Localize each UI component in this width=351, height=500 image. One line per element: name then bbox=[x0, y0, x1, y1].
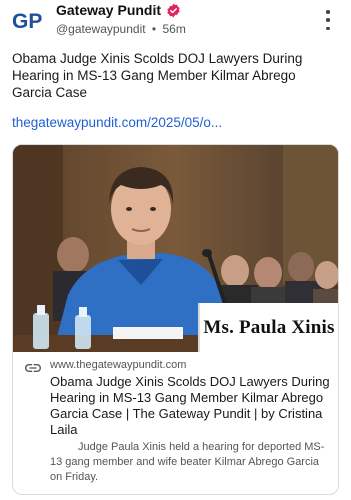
link-description: Judge Paula Xinis held a hearing for dep… bbox=[50, 441, 325, 483]
gateway-pundit-logo[interactable]: GP bbox=[12, 6, 46, 34]
link-domain: www.thegatewaypundit.com bbox=[50, 359, 187, 371]
link-preview-card[interactable]: Ms. Paula Xinis www.thegatewaypundit.com… bbox=[12, 144, 339, 495]
link-icon bbox=[25, 363, 41, 372]
post-header: GP Gateway Pundit @gatewaypundit • 56m bbox=[12, 0, 339, 40]
post-text: Obama Judge Xinis Scolds DOJ Lawyers Dur… bbox=[12, 51, 303, 100]
link-title[interactable]: Obama Judge Xinis Scolds DOJ Lawyers Dur… bbox=[50, 374, 332, 438]
logo-text: GP bbox=[12, 10, 42, 33]
gp-logo-icon: GP bbox=[12, 10, 42, 33]
separator-dot: • bbox=[151, 21, 157, 36]
post-link[interactable]: thegatewaypundit.com/2025/05/o... bbox=[12, 115, 222, 130]
account-name[interactable]: Gateway Pundit bbox=[56, 2, 161, 18]
more-vertical-icon[interactable] bbox=[323, 10, 333, 30]
verified-badge-icon bbox=[166, 3, 181, 18]
nameplate: Ms. Paula Xinis bbox=[198, 303, 338, 352]
handle-row: @gatewaypundit • 56m bbox=[56, 21, 186, 36]
post-timestamp[interactable]: 56m bbox=[162, 22, 185, 36]
preview-image: Ms. Paula Xinis bbox=[13, 145, 338, 352]
account-handle[interactable]: @gatewaypundit bbox=[56, 22, 146, 36]
